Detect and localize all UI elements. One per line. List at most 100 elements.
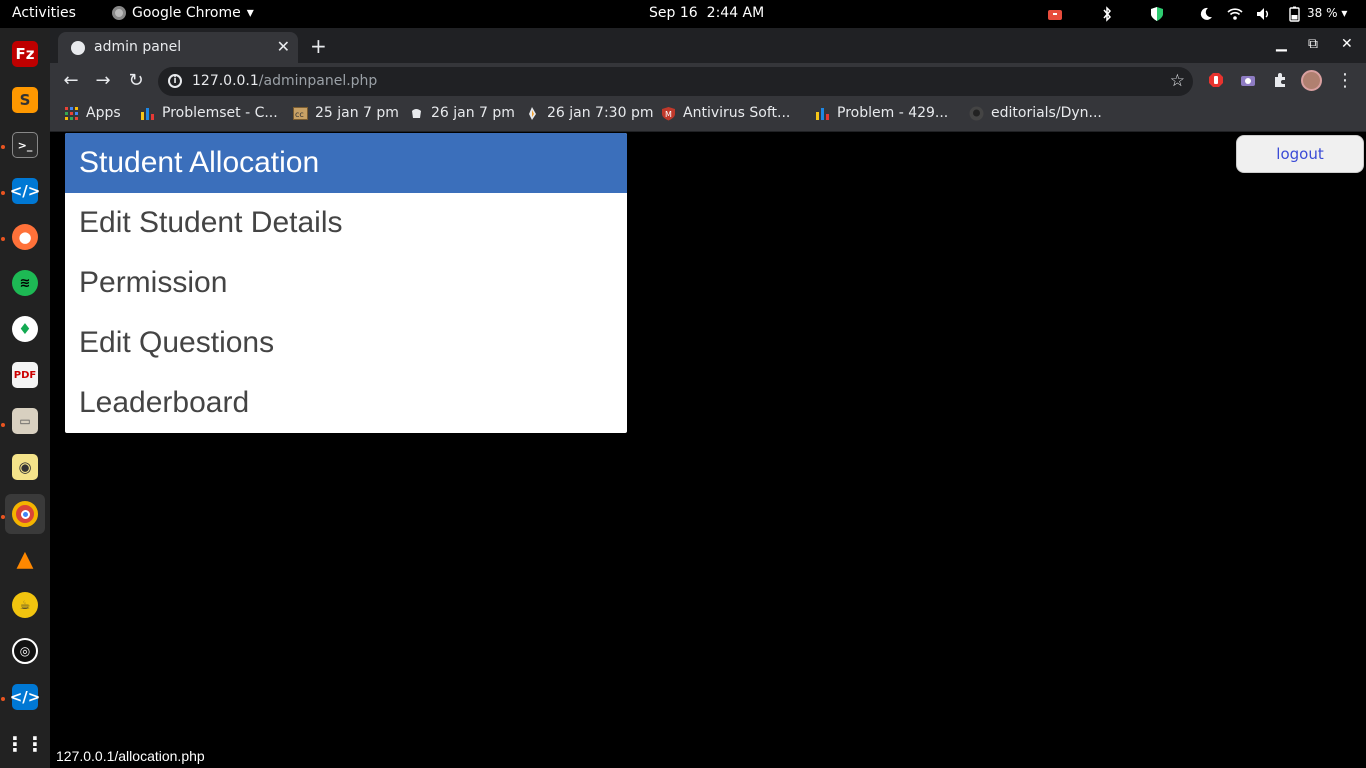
apps-grid-icon: ⋮⋮ <box>5 732 45 756</box>
adblock-icon[interactable] <box>1208 72 1224 88</box>
speaker-icon: ◉ <box>12 454 38 480</box>
reload-icon[interactable]: ↻ <box>125 70 147 91</box>
extensions-puzzle-icon[interactable] <box>1272 72 1288 88</box>
bookmark-26jan-7pm[interactable]: 26 jan 7 pm <box>409 105 515 121</box>
toolbox-icon[interactable] <box>1047 6 1063 22</box>
address-bar[interactable]: i 127.0.0.1/adminpanel.php ☆ <box>158 67 1193 96</box>
vlc-launcher[interactable]: ▲ <box>5 539 45 579</box>
filezilla-icon: Fz <box>12 41 38 67</box>
codeforces-icon <box>816 107 829 120</box>
url-path: /adminpanel.php <box>258 73 378 89</box>
sublime-launcher[interactable]: S <box>5 80 45 120</box>
codeforces-icon <box>141 107 154 120</box>
activities-button[interactable]: Activities <box>12 5 76 21</box>
restore-icon[interactable]: ⧉ <box>1308 36 1318 52</box>
svg-text:M: M <box>665 110 672 119</box>
document-viewer-launcher[interactable]: PDF <box>5 355 45 395</box>
mcafee-icon: M <box>662 106 675 120</box>
clock[interactable]: Sep 16 2:44 AM <box>649 5 773 21</box>
mongodb-launcher[interactable]: ♦ <box>5 309 45 349</box>
close-window-icon[interactable]: ✕ <box>1341 36 1353 52</box>
volume-icon[interactable] <box>1255 6 1271 22</box>
menu-item-permission[interactable]: Permission <box>65 253 627 313</box>
forward-arrow-icon[interactable]: → <box>92 70 114 91</box>
profile-avatar[interactable] <box>1301 70 1322 91</box>
obs-icon: ◎ <box>12 638 38 664</box>
filezilla-launcher[interactable]: Fz <box>5 34 45 74</box>
tab-admin-panel[interactable]: admin panel ✕ <box>58 32 298 63</box>
terminal-icon: >_ <box>12 132 38 158</box>
menu-item-leaderboard[interactable]: Leaderboard <box>65 373 627 433</box>
battery-percentage-label: 38 % <box>1307 6 1338 20</box>
minimize-icon[interactable]: ▁ <box>1276 36 1287 52</box>
battery-percentage[interactable]: 38 % ▾ <box>1307 6 1347 20</box>
browser-toolbar: ← → ↻ i 127.0.0.1/adminpanel.php ☆ ⋮ <box>50 63 1366 99</box>
spotify-launcher[interactable]: ≋ <box>5 263 45 303</box>
menu-item-edit-student-details[interactable]: Edit Student Details <box>65 193 627 253</box>
app-menu[interactable]: Google Chrome ▾ <box>112 5 254 21</box>
menu-item-student-allocation[interactable]: Student Allocation <box>65 133 627 193</box>
camera-extension-icon[interactable] <box>1240 72 1256 88</box>
codechef-icon <box>412 108 421 118</box>
bookmark-label: Problem - 429... <box>837 105 949 121</box>
files-launcher[interactable]: ▭ <box>5 401 45 441</box>
apps-grid-icon <box>65 106 78 120</box>
traffic-cone-icon: ▲ <box>16 546 34 572</box>
bookmark-editorials[interactable]: editorials/Dyn... <box>969 105 1102 121</box>
app-menu-label: Google Chrome <box>132 5 241 21</box>
info-icon[interactable]: i <box>168 74 182 88</box>
bookmark-25jan[interactable]: cc 25 jan 7 pm <box>293 105 399 121</box>
new-tab-button[interactable]: + <box>310 34 327 58</box>
spotify-icon: ≋ <box>12 270 38 296</box>
system-top-bar: Activities Google Chrome ▾ Sep 16 2:44 AM… <box>0 0 1366 28</box>
show-applications-button[interactable]: ⋮⋮ <box>5 724 45 764</box>
bookmark-apps[interactable]: Apps <box>64 105 121 121</box>
svg-text:cc: cc <box>295 110 304 119</box>
terminal-launcher[interactable]: >_ <box>5 125 45 165</box>
tab-title: admin panel <box>94 39 182 55</box>
tab-strip: admin panel ✕ + ▁ ⧉ ✕ <box>50 28 1366 63</box>
obs-launcher[interactable]: ◎ <box>5 631 45 671</box>
file-cabinet-icon: ▭ <box>12 408 38 434</box>
clock-time: 2:44 AM <box>706 5 765 21</box>
mongodb-leaf-icon: ♦ <box>12 316 38 342</box>
chrome-icon <box>112 6 126 20</box>
bookmark-26jan-730pm[interactable]: 26 jan 7:30 pm <box>525 105 653 121</box>
wifi-icon[interactable] <box>1227 6 1243 22</box>
night-light-icon[interactable] <box>1198 6 1214 22</box>
back-arrow-icon[interactable]: ← <box>60 70 82 91</box>
vscode-launcher[interactable]: </> <box>5 171 45 211</box>
link-status-bar: 127.0.0.1/allocation.php <box>50 746 211 768</box>
chrome-launcher[interactable] <box>5 494 45 534</box>
bookmark-problem-429[interactable]: Problem - 429... <box>815 105 948 121</box>
document-viewer-icon: PDF <box>12 362 38 388</box>
shield-icon[interactable] <box>1149 6 1165 22</box>
rhythmbox-launcher[interactable]: ◉ <box>5 447 45 487</box>
close-icon[interactable]: ✕ <box>277 37 290 56</box>
bookmark-label: 26 jan 7 pm <box>431 105 515 121</box>
firefox-icon: ● <box>12 224 38 250</box>
kebab-menu-icon[interactable]: ⋮ <box>1334 70 1356 91</box>
teapot-launcher[interactable]: ☕ <box>5 585 45 625</box>
sublime-icon: S <box>12 87 38 113</box>
bookmark-label: editorials/Dyn... <box>991 105 1102 121</box>
clock-date: Sep 16 <box>649 5 698 21</box>
chevron-down-icon: ▾ <box>246 5 254 21</box>
bookmark-problemset[interactable]: Problemset - C... <box>140 105 278 121</box>
chrome-icon <box>12 501 38 527</box>
menu-item-edit-questions[interactable]: Edit Questions <box>65 313 627 373</box>
bluetooth-icon[interactable] <box>1099 6 1115 22</box>
url-text[interactable]: 127.0.0.1/adminpanel.php <box>192 73 377 89</box>
vscode-launcher-2[interactable]: </> <box>5 677 45 717</box>
logout-button[interactable]: logout <box>1236 135 1364 173</box>
application-dock: Fz S >_ </> ● ≋ ♦ PDF ▭ ◉ ▲ ☕ ◎ </> ⋮⋮ <box>0 28 50 768</box>
battery-icon[interactable] <box>1287 6 1303 22</box>
bookmark-label: Apps <box>86 105 121 121</box>
bookmarks-bar: Apps Problemset - C... cc 25 jan 7 pm 26… <box>50 99 1366 132</box>
globe-icon <box>71 41 85 55</box>
firefox-launcher[interactable]: ● <box>5 217 45 257</box>
bookmark-antivirus[interactable]: M Antivirus Soft... <box>661 105 790 121</box>
bookmark-star-icon[interactable]: ☆ <box>1170 71 1185 91</box>
codechef-cc-icon: cc <box>293 106 308 120</box>
teapot-icon: ☕ <box>12 592 38 618</box>
